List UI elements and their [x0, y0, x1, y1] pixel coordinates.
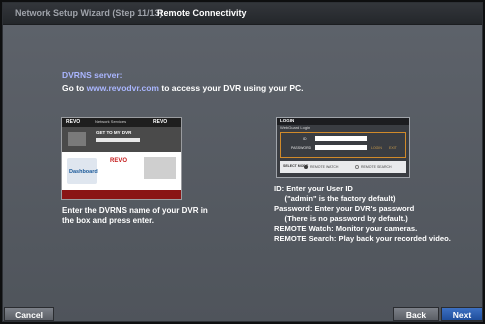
website-logo-left: REVO: [66, 119, 81, 125]
instruction-line: ID: Enter your User ID: [274, 184, 353, 193]
exit-mini-button: EXIT: [389, 146, 397, 150]
login-mode-options: SELECT MODE REMOTE WATCH REMOTE SEARCH: [280, 161, 406, 173]
dvrns-heading: DVRNS server:: [62, 70, 123, 80]
radio-selected-icon: [304, 165, 308, 169]
login-password-field: [315, 145, 367, 150]
website-brand: REVO: [110, 158, 128, 164]
website-logo-right: REVO: [153, 119, 168, 125]
next-button[interactable]: Next: [441, 307, 483, 321]
dvrns-entry-instructions: Enter the DVRNS name of your DVR in the …: [62, 206, 208, 226]
website-body: Dashboard REVO: [62, 152, 181, 190]
remote-search-option: REMOTE SEARCH: [361, 165, 392, 169]
dvrns-suffix: to access your DVR using your PC.: [159, 83, 304, 93]
login-title: LOGIN: [280, 118, 295, 123]
login-id-field: [315, 136, 367, 141]
instruction-line: Enter the DVRNS name of your DVR in: [62, 206, 208, 215]
page-title: Remote Connectivity: [157, 8, 247, 18]
wizard-step-title: Network Setup Wizard (Step 11/13): [15, 8, 163, 18]
login-screenshot: LOGIN WebGuard Login ID PASSWORD LOGIN E…: [276, 117, 410, 178]
website-footer: [62, 190, 181, 199]
instruction-line: the box and press enter.: [62, 216, 155, 225]
back-button[interactable]: Back: [393, 307, 439, 321]
remote-watch-option: REMOTE WATCH: [310, 165, 339, 169]
radio-unselected-icon: [355, 165, 359, 169]
website-dvrns-input: [96, 138, 140, 142]
website-screenshot: REVO Network Services REVO GET TO MY DVR…: [61, 117, 182, 200]
login-instructions: ID: Enter your User ID ("admin" is the f…: [274, 184, 451, 244]
website-product-images: [144, 157, 176, 179]
dvrns-prefix: Go to: [62, 83, 87, 93]
instruction-line: REMOTE Search: Play back your recorded v…: [274, 234, 451, 243]
login-id-label: ID: [303, 137, 307, 141]
wizard-window: Network Setup Wizard (Step 11/13) Remote…: [2, 2, 483, 322]
login-password-label: PASSWORD: [291, 146, 312, 150]
website-hero-title: GET TO MY DVR: [96, 130, 132, 135]
instruction-line: Password: Enter your DVR's password: [274, 204, 415, 213]
titlebar: Network Setup Wizard (Step 11/13) Remote…: [3, 3, 482, 25]
website-hero: GET TO MY DVR: [62, 127, 181, 152]
instruction-line: ("admin" is the factory default): [274, 194, 396, 203]
instruction-line: REMOTE Watch: Monitor your cameras.: [274, 224, 418, 233]
login-subtitle: WebGuard Login: [280, 125, 311, 130]
cancel-button[interactable]: Cancel: [4, 307, 54, 321]
login-fields: ID PASSWORD LOGIN EXIT: [280, 132, 406, 158]
login-titlebar: LOGIN: [277, 118, 409, 125]
website-dashboard-label: Dashboard: [69, 169, 98, 175]
login-mini-button: LOGIN: [371, 146, 382, 150]
dvrns-instruction: Go to www.revodvr.com to access your DVR…: [62, 83, 304, 93]
website-hero-image: [68, 132, 86, 146]
instruction-line: (There is no password by default.): [274, 214, 408, 223]
website-nav-text: Network Services: [95, 119, 127, 124]
dvrns-link[interactable]: www.revodvr.com: [87, 83, 159, 93]
website-nav: REVO Network Services REVO: [62, 118, 181, 127]
